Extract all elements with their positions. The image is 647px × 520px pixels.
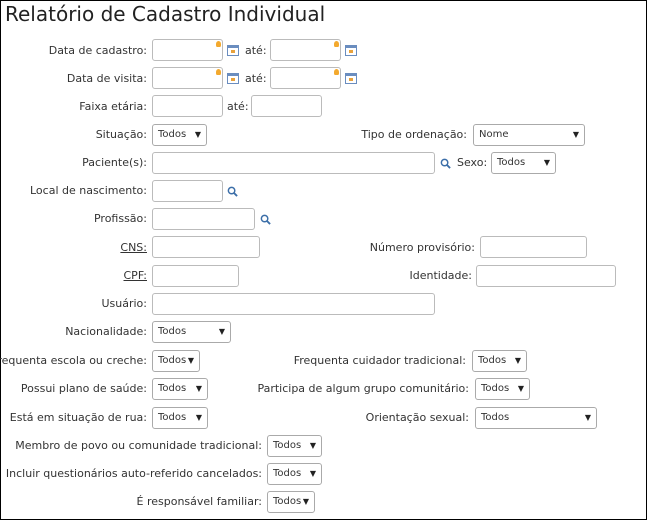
lightbulb-icon xyxy=(216,41,221,47)
nacionalidade-label: Nacionalidade: xyxy=(65,325,147,338)
lightbulb-icon xyxy=(216,69,221,75)
ate-label: até: xyxy=(227,100,249,113)
identidade-field[interactable] xyxy=(476,265,616,287)
data-cadastro-fim-field[interactable] xyxy=(270,39,341,61)
orientacao-sexual-value: Todos xyxy=(481,412,510,423)
chevron-down-icon: ▼ xyxy=(302,497,309,506)
lightbulb-icon xyxy=(334,41,339,47)
questionarios-label: Incluir questionários auto-referido canc… xyxy=(5,467,262,480)
chevron-down-icon: ▼ xyxy=(543,158,550,167)
data-cadastro-inicio-field[interactable] xyxy=(152,39,223,61)
cns-link[interactable]: CNS: xyxy=(120,241,147,254)
numero-provisorio-label: Número provisório: xyxy=(369,241,475,254)
situacao-rua-label: Está em situação de rua: xyxy=(9,411,147,424)
plano-saude-label: Possui plano de saúde: xyxy=(20,382,147,395)
faixa-etaria-label: Faixa etária: xyxy=(79,100,147,113)
tipo-ordenacao-value: Nome xyxy=(479,129,509,140)
faixa-etaria-inicio-field[interactable] xyxy=(152,95,223,117)
data-visita-fim-field[interactable] xyxy=(270,67,341,89)
ate-label: até: xyxy=(245,72,267,85)
frequenta-escola-select[interactable]: Todos ▼ xyxy=(152,350,200,372)
data-visita-label: Data de visita: xyxy=(66,72,147,85)
cns-field[interactable] xyxy=(152,236,260,258)
cpf-label[interactable]: CPF: xyxy=(124,265,148,287)
responsavel-familiar-label: É responsável familiar: xyxy=(136,495,263,508)
numero-provisorio-field[interactable] xyxy=(480,236,587,258)
faixa-etaria-fim-field[interactable] xyxy=(251,95,322,117)
data-cadastro-label: Data de cadastro: xyxy=(48,44,147,57)
questionarios-value: Todos xyxy=(273,468,302,479)
sexo-value: Todos xyxy=(497,157,526,168)
responsavel-familiar-select[interactable]: Todos ▼ xyxy=(267,491,315,513)
paciente-field[interactable] xyxy=(152,152,435,174)
situacao-rua-select[interactable]: Todos ▼ xyxy=(152,407,208,429)
orientacao-sexual-label: Orientação sexual: xyxy=(365,411,469,424)
calendar-icon[interactable] xyxy=(345,45,357,56)
calendar-icon[interactable] xyxy=(227,45,239,56)
membro-povo-label: Membro de povo ou comunidade tradicional… xyxy=(15,439,262,452)
calendar-icon[interactable] xyxy=(345,73,357,84)
situacao-label: Situação: xyxy=(95,128,147,141)
usuario-label: Usuário: xyxy=(101,297,147,310)
search-icon[interactable] xyxy=(260,214,271,225)
situacao-value: Todos xyxy=(158,129,187,140)
grupo-comunitario-value: Todos xyxy=(481,383,510,394)
membro-povo-select[interactable]: Todos ▼ xyxy=(267,435,322,457)
search-icon[interactable] xyxy=(227,186,238,197)
chevron-down-icon: ▼ xyxy=(309,469,316,478)
chevron-down-icon: ▼ xyxy=(195,384,202,393)
sexo-select[interactable]: Todos ▼ xyxy=(491,152,556,174)
questionarios-select[interactable]: Todos ▼ xyxy=(267,463,322,485)
search-icon[interactable] xyxy=(440,158,451,169)
cns-label[interactable]: CNS: xyxy=(120,237,147,259)
sexo-label: Sexo: xyxy=(457,156,488,169)
plano-saude-select[interactable]: Todos ▼ xyxy=(152,378,208,400)
calendar-icon[interactable] xyxy=(227,73,239,84)
situacao-select[interactable]: Todos ▼ xyxy=(152,124,207,146)
membro-povo-value: Todos xyxy=(273,440,302,451)
report-form-window: Relatório de Cadastro Individual Data de… xyxy=(0,0,647,520)
chevron-down-icon: ▼ xyxy=(309,441,316,450)
profissao-field[interactable] xyxy=(152,208,255,230)
chevron-down-icon: ▼ xyxy=(187,356,194,365)
chevron-down-icon: ▼ xyxy=(584,413,591,422)
situacao-rua-value: Todos xyxy=(158,412,187,423)
grupo-comunitario-select[interactable]: Todos ▼ xyxy=(475,378,530,400)
paciente-label: Paciente(s): xyxy=(82,156,147,169)
chevron-down-icon: ▼ xyxy=(514,356,521,365)
orientacao-sexual-select[interactable]: Todos ▼ xyxy=(475,407,597,429)
local-nascimento-label: Local de nascimento: xyxy=(29,184,147,197)
cpf-link[interactable]: CPF: xyxy=(124,269,148,282)
chevron-down-icon: ▼ xyxy=(517,384,524,393)
nacionalidade-value: Todos xyxy=(158,326,187,337)
tipo-ordenacao-select[interactable]: Nome ▼ xyxy=(473,124,585,146)
plano-saude-value: Todos xyxy=(158,383,187,394)
page-title: Relatório de Cadastro Individual xyxy=(5,2,326,26)
frequenta-cuidador-label: Frequenta cuidador tradicional: xyxy=(293,354,466,367)
chevron-down-icon: ▼ xyxy=(572,130,579,139)
chevron-down-icon: ▼ xyxy=(218,327,225,336)
usuario-field[interactable] xyxy=(152,293,435,315)
frequenta-cuidador-select[interactable]: Todos ▼ xyxy=(472,350,527,372)
ate-label: até: xyxy=(245,44,267,57)
data-visita-inicio-field[interactable] xyxy=(152,67,223,89)
profissao-label: Profissão: xyxy=(93,212,147,225)
chevron-down-icon: ▼ xyxy=(194,130,201,139)
chevron-down-icon: ▼ xyxy=(195,413,202,422)
nacionalidade-select[interactable]: Todos ▼ xyxy=(152,321,231,343)
identidade-label: Identidade: xyxy=(409,269,472,282)
lightbulb-icon xyxy=(334,69,339,75)
frequenta-escola-label: Frequenta escola ou creche: xyxy=(0,354,147,367)
local-nascimento-field[interactable] xyxy=(152,180,223,202)
frequenta-escola-value: Todos xyxy=(158,355,187,366)
responsavel-familiar-value: Todos xyxy=(273,496,302,507)
grupo-comunitario-label: Participa de algum grupo comunitário: xyxy=(257,382,469,395)
tipo-ordenacao-label: Tipo de ordenação: xyxy=(361,128,467,141)
cpf-field[interactable] xyxy=(152,265,239,287)
frequenta-cuidador-value: Todos xyxy=(478,355,507,366)
